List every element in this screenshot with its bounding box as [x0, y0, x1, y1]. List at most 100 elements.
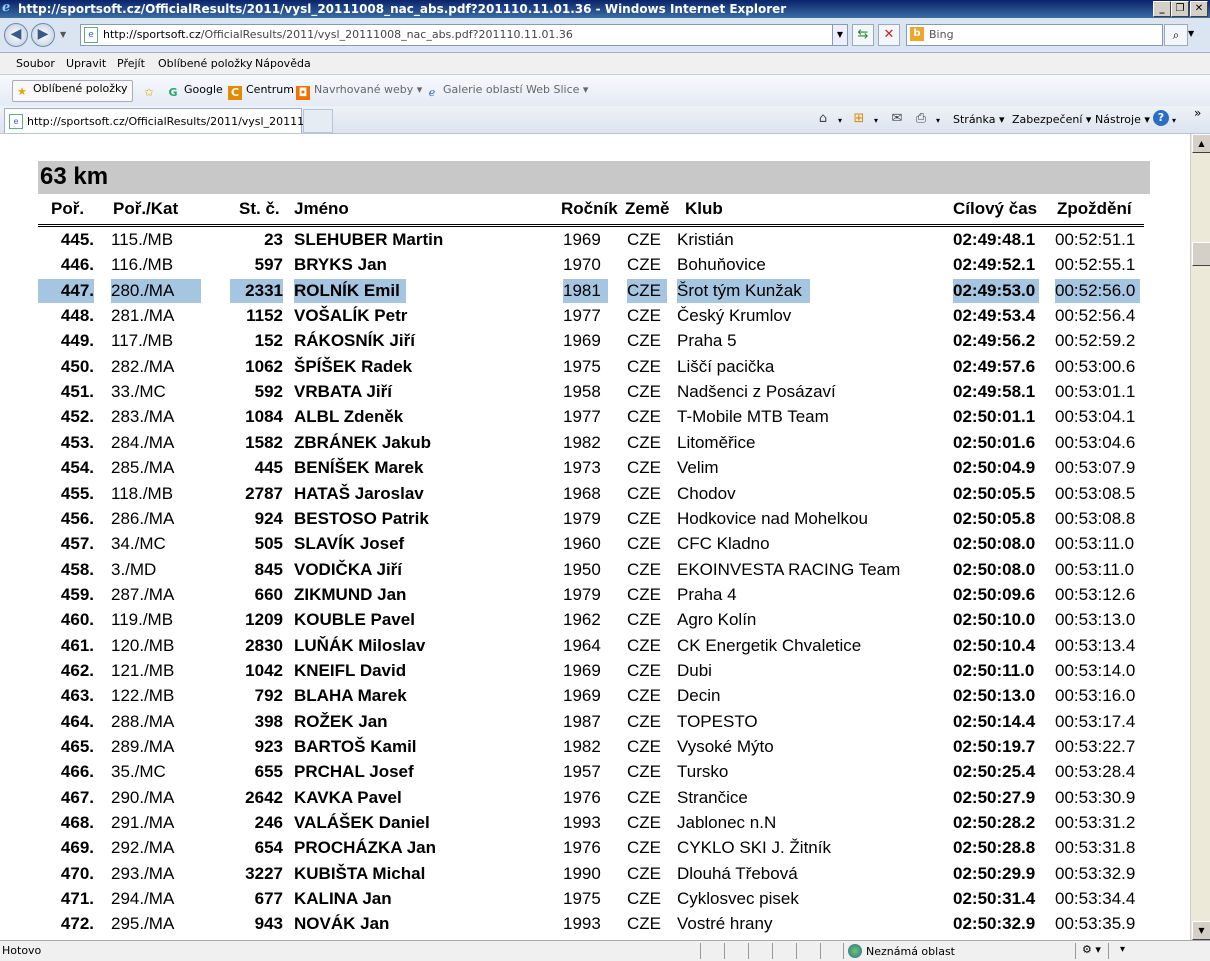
cell-name: BESTOSO Patrik	[294, 507, 429, 531]
cell-year: 1958	[563, 382, 601, 401]
page-menu[interactable]: Stránka ▾	[953, 113, 1004, 126]
cell-category: 3./MD	[111, 560, 157, 579]
print-icon[interactable]: ⎙	[912, 110, 930, 128]
cell-por: 462.	[60, 661, 94, 680]
cell-year: 1970	[563, 255, 601, 274]
fav-google[interactable]: G Google	[166, 83, 222, 100]
cell-start-number: 445	[254, 458, 283, 477]
cell-club: Praha 5	[677, 331, 737, 350]
refresh-button[interactable]: ⇆	[852, 24, 874, 46]
protected-mode-icon[interactable]: ⚙ ▾	[1082, 943, 1101, 956]
first-name: Emil	[363, 281, 400, 300]
help-icon[interactable]: ?	[1153, 110, 1169, 126]
cell-delay: 00:52:51.1	[1055, 230, 1136, 249]
table-row: 457. 34./MC 505 1960 CZE CFC Kladno 02:50:08.0…	[0, 532, 1190, 556]
restore-button[interactable]: ❐	[1171, 1, 1189, 17]
print-dropdown-icon[interactable]: ▾	[936, 116, 940, 125]
cell-category: 280./MA	[111, 279, 201, 303]
cell-finish-time: 02:50:01.6	[953, 433, 1036, 452]
menu-upravit[interactable]: Upravit	[66, 57, 106, 70]
cell-name: KALINA Jan	[294, 887, 392, 911]
cell-por: 468.	[60, 813, 94, 832]
address-dropdown-icon[interactable]: ▼	[832, 25, 847, 45]
mail-icon[interactable]: ✉	[888, 110, 906, 128]
tools-menu[interactable]: Nástroje ▾	[1095, 113, 1150, 126]
fav-suggested[interactable]: ◘ Navrhované weby ▾	[296, 83, 422, 100]
help-dropdown-icon[interactable]: ▾	[1172, 116, 1176, 125]
cell-country: CZE	[627, 331, 661, 350]
col-header-por: Poř.	[51, 199, 85, 218]
first-name: Jakub	[381, 433, 431, 452]
cell-category: 33./MC	[111, 382, 166, 401]
address-input[interactable]: e http://sportsoft.cz/OfficialResults/20…	[80, 24, 848, 46]
col-header-rocnik: Ročník	[561, 199, 618, 218]
new-tab-button[interactable]	[303, 109, 333, 133]
first-name: Josef	[369, 762, 414, 781]
scroll-up-icon[interactable]: ▲	[1192, 134, 1210, 153]
cell-por: 457.	[60, 534, 94, 553]
cell-year: 1979	[563, 585, 601, 604]
cell-year: 1969	[563, 661, 601, 680]
cell-club: TOPESTO	[677, 712, 758, 731]
first-name: Miloslav	[358, 636, 426, 655]
feeds-dropdown-icon[interactable]: ▾	[874, 116, 878, 125]
cell-finish-time: 02:49:53.0	[953, 279, 1039, 303]
security-zone[interactable]: Neznámá oblast	[848, 944, 955, 958]
search-icon[interactable]: ⌕	[1164, 24, 1188, 46]
menu-oblibene[interactable]: Oblíbené položky	[158, 57, 253, 70]
history-dropdown-icon[interactable]: ▼	[60, 30, 66, 39]
last-name: VOŠALÍK	[294, 306, 370, 325]
cell-category: 119./MB	[111, 610, 174, 629]
fav-webslice[interactable]: ℯ Galerie oblastí Web Slice ▾	[425, 83, 589, 100]
back-button[interactable]: ◀	[4, 23, 28, 47]
cell-country: CZE	[627, 712, 661, 731]
zoom-dropdown-icon[interactable]: ▾	[1120, 944, 1125, 955]
home-dropdown-icon[interactable]: ▾	[838, 116, 842, 125]
cell-por: 454.	[60, 458, 94, 477]
cell-category: 120./MB	[111, 636, 175, 655]
minimize-button[interactable]: _	[1153, 1, 1171, 17]
first-name: Jan	[406, 838, 437, 857]
table-row: 470. 293./MA 3227 1990 CZE Dlouhá Třebová 02:5…	[0, 862, 1190, 886]
cell-finish-time: 02:50:08.0	[953, 560, 1036, 579]
menu-napoveda[interactable]: Nápověda	[255, 57, 311, 70]
table-row: 458. 3./MD 845 1950 CZE EKOINVESTA RACING Tea…	[0, 558, 1190, 582]
menu-prejit[interactable]: Přejít	[117, 57, 145, 70]
cell-country: CZE	[627, 230, 661, 249]
status-divider	[843, 943, 844, 959]
cell-start-number: 23	[264, 230, 283, 249]
scroll-thumb[interactable]	[1192, 242, 1210, 266]
cell-country: CZE	[627, 306, 661, 325]
add-favorite-button[interactable]: ✩	[142, 83, 160, 100]
cell-year: 1993	[563, 813, 601, 832]
tab-active[interactable]: e http://sportsoft.cz/OfficialResults/20…	[4, 108, 322, 133]
tab-bar: e http://sportsoft.cz/OfficialResults/20…	[0, 106, 1210, 134]
search-input[interactable]: b Bing	[906, 24, 1163, 46]
search-options-icon[interactable]: ▼	[1188, 24, 1200, 44]
cell-name: KAVKA Pavel	[294, 786, 402, 810]
last-name: BRYKS	[294, 255, 353, 274]
fav-centrum[interactable]: C Centrum	[228, 83, 294, 100]
cell-category: 286./MA	[111, 509, 175, 528]
favorites-button[interactable]: ★ Oblíbené položky	[12, 80, 133, 102]
forward-button[interactable]: ▶	[31, 23, 55, 47]
first-name: David	[359, 661, 407, 680]
stop-button[interactable]: ✕	[878, 24, 900, 46]
security-menu[interactable]: Zabezpečení ▾	[1012, 113, 1091, 126]
last-name: NOVÁK	[294, 914, 356, 933]
menu-soubor[interactable]: Soubor	[16, 57, 55, 70]
cell-finish-time: 02:50:31.4	[953, 889, 1036, 908]
vertical-scrollbar[interactable]: ▲ ▼	[1190, 134, 1210, 940]
table-row: 469. 292./MA 654 1976 CZE CYKLO SKI J. Žitník…	[0, 836, 1190, 860]
last-name: ROLNÍK	[294, 281, 360, 300]
cell-finish-time: 02:50:10.0	[953, 610, 1036, 629]
cell-start-number: 3227	[245, 864, 283, 883]
first-name: Petr	[374, 306, 408, 325]
cell-category: 281./MA	[111, 306, 175, 325]
home-icon[interactable]: ⌂	[814, 110, 832, 128]
cell-por: 464.	[60, 712, 94, 731]
feeds-icon[interactable]: ⊞	[850, 110, 868, 128]
scroll-down-icon[interactable]: ▼	[1192, 921, 1210, 940]
chevron-more-icon[interactable]: »	[1194, 106, 1201, 120]
close-window-button[interactable]: ✕	[1190, 1, 1208, 17]
